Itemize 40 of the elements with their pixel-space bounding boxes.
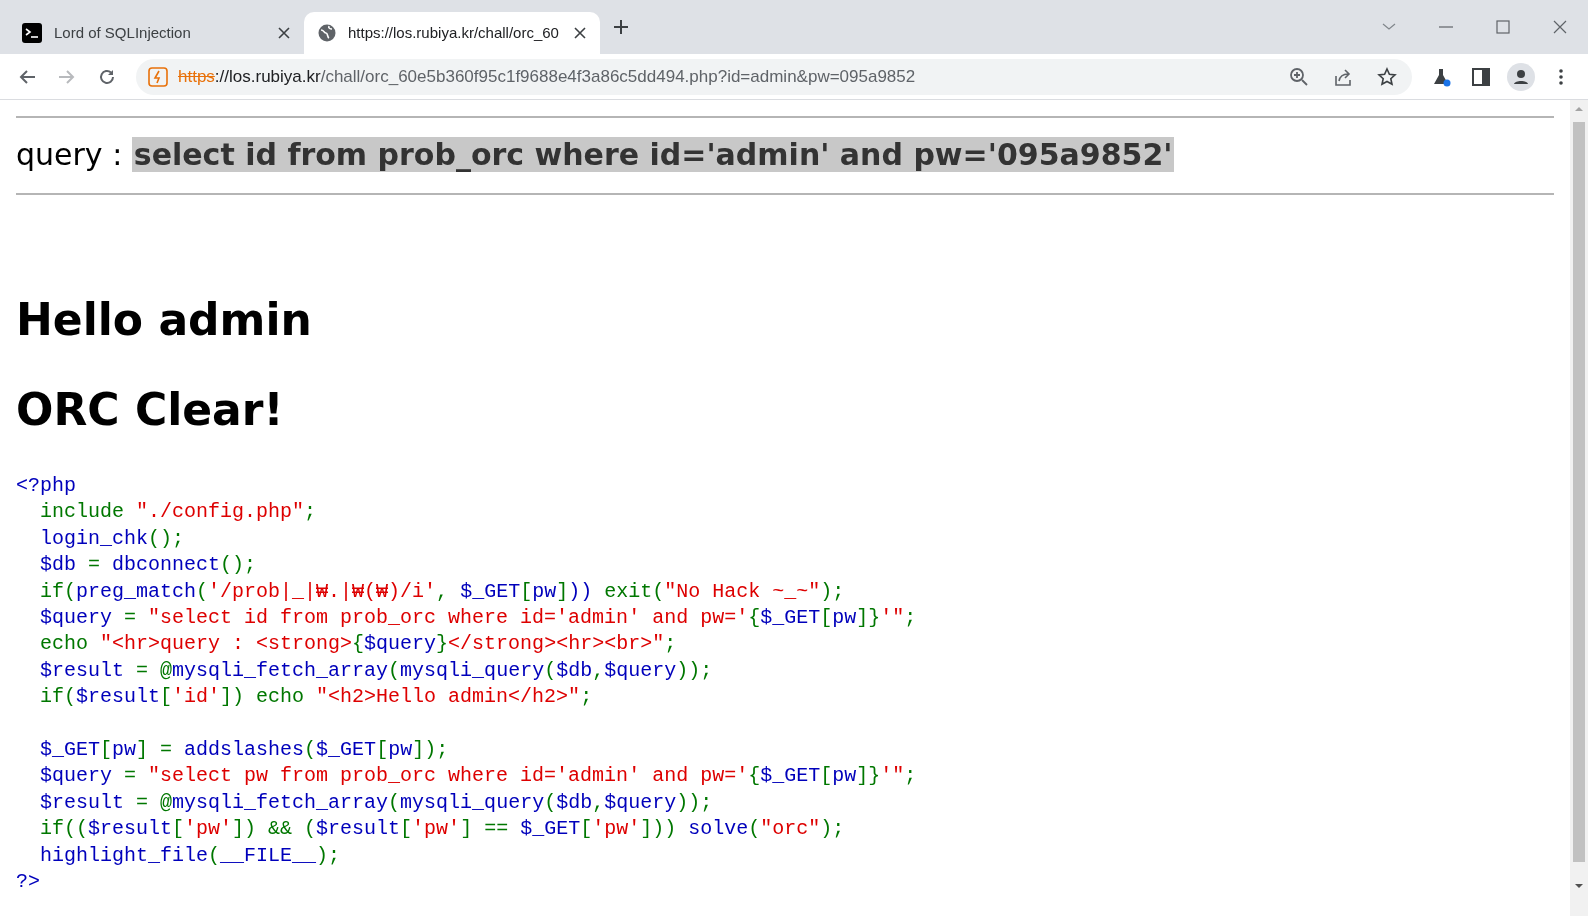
back-arrow-icon xyxy=(18,67,36,86)
browser-tab[interactable]: https://los.rubiya.kr/chall/orc_60 xyxy=(304,12,600,54)
code-line: ?> xyxy=(16,869,40,896)
close-icon[interactable] xyxy=(278,27,290,39)
star-icon xyxy=(1377,66,1397,87)
query-text: query : select id from prob_orc where id='admin' and pw='095a9852' xyxy=(16,136,1176,174)
terminal-icon xyxy=(22,23,42,43)
minimize-icon xyxy=(1438,26,1453,28)
browser-tab[interactable]: Lord of SQLInjection xyxy=(8,12,304,54)
zoom-in-icon xyxy=(1289,66,1309,87)
share-icon xyxy=(1333,66,1353,87)
code-line: if(preg_match('/prob|_|₩.|₩(₩)/i', $_GET[pw])) exit("No Hack ~_~"); xyxy=(39,578,845,605)
code-line: if(($result['pw']) && ($result['pw'] == $_GET['pw'])) solve("orc"); xyxy=(39,816,845,843)
code-line: $_GET[pw] = addslashes($_GET[pw]); xyxy=(39,737,449,764)
code-line: <?php xyxy=(16,473,76,499)
code-line: if($result['id']) echo "<h2>Hello admin</h2>"; xyxy=(39,684,593,711)
kebab-menu-icon xyxy=(1559,68,1563,85)
code-line: include "./config.php"; xyxy=(39,499,317,526)
reload-icon xyxy=(98,67,116,86)
page-heading: Hello admin xyxy=(16,293,313,347)
code-line: $query = "select pw from prob_orc where id='admin' and pw='{$_GET[pw]}'"; xyxy=(39,763,917,790)
code-line: login_chk(); xyxy=(39,525,185,552)
code-line: highlight_file(__FILE__); xyxy=(39,842,341,869)
forward-arrow-icon xyxy=(58,67,76,86)
code-line: $result = @mysqli_fetch_array(mysqli_query($db,$query)); xyxy=(39,657,713,684)
url-text: https://los.rubiya.kr/chall/orc_60e5b360f95c1f9688e4f3a86c5dd494.php?id=admin&pw=095a9852 xyxy=(178,65,917,88)
address-bar[interactable]: https://los.rubiya.kr/chall/orc_60e5b360f95c1f9688e4f3a86c5dd494.php?id=admin&pw=095a9852 xyxy=(136,58,1412,95)
flask-icon xyxy=(1431,66,1451,87)
warning-icon xyxy=(148,66,168,87)
code-line: $query = "select id from prob_orc where id='admin' and pw='{$_GET[pw]}'"; xyxy=(39,605,917,632)
page-heading: ORC Clear! xyxy=(16,383,285,437)
code-line: $result = @mysqli_fetch_array(mysqli_query($db,$query)); xyxy=(39,789,713,816)
globe-icon xyxy=(318,24,336,42)
avatar-icon xyxy=(1507,62,1535,91)
maximize-icon xyxy=(1493,18,1512,36)
side-panel-icon xyxy=(1471,66,1491,87)
code-line: echo "<hr>query : <strong>{$query}</strong><hr><br>"; xyxy=(39,631,677,658)
code-line: $db = dbconnect(); xyxy=(39,552,257,579)
close-icon[interactable] xyxy=(574,27,586,39)
plus-icon xyxy=(613,19,629,35)
